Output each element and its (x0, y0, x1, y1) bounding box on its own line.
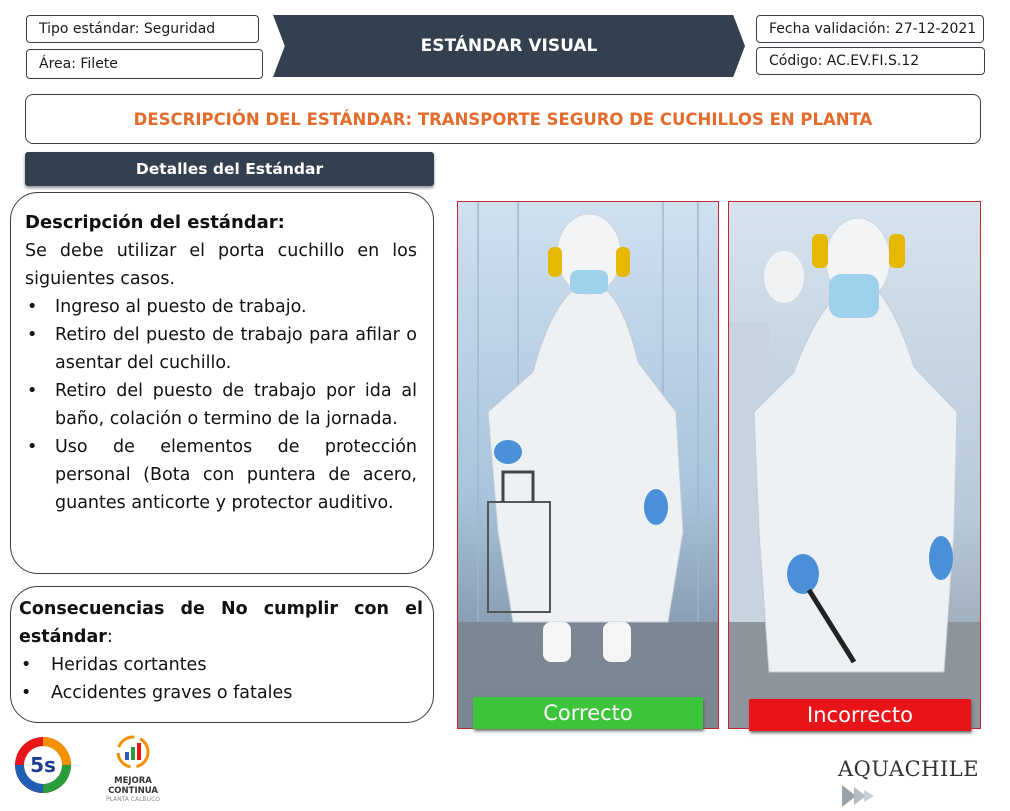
list-item: Retiro del puesto de trabajo para afilar… (25, 321, 417, 377)
consecuencias-heading-line: Consecuencias de No cumplir con el están… (19, 595, 423, 651)
consecuencias-heading: Consecuencias de No cumplir con el están… (19, 599, 423, 647)
mejora-continua-icon (116, 735, 150, 769)
page-title: DESCRIPCIÓN DEL ESTÁNDAR: TRANSPORTE SEG… (133, 109, 873, 129)
aquachile-text: AQUACHILE (838, 757, 980, 781)
codigo-box: Código: AC.EV.FI.S.12 (756, 47, 985, 75)
mejora-continua-text: MEJORA CONTINUA (108, 776, 158, 796)
worker-incorrect-illustration (729, 202, 980, 728)
five-s-logo: 5s (10, 734, 76, 796)
banner-title: ESTÁNDAR VISUAL (420, 36, 598, 56)
descripcion-title-box: DESCRIPCIÓN DEL ESTÁNDAR: TRANSPORTE SEG… (25, 94, 981, 144)
incorrecto-label-text: Incorrecto (807, 703, 913, 727)
fecha-validacion-box: Fecha validación: 27-12-2021 (756, 15, 984, 43)
mejora-continua-logo: MEJORA CONTINUA PLANTA CALBUCO (88, 734, 178, 803)
consecuencias-list: Heridas cortantes Accidentes graves o fa… (19, 651, 423, 707)
worker-correct-illustration (458, 202, 718, 728)
fecha-validacion-label: Fecha validación: 27-12-2021 (769, 21, 977, 37)
detalles-header: Detalles del Estándar (25, 152, 434, 186)
area-label: Área: Filete (39, 56, 118, 72)
photo-correcto (457, 201, 719, 729)
descripcion-heading: Descripción del estándar: (25, 212, 285, 233)
correcto-label-text: Correcto (543, 701, 633, 725)
consecuencias-colon: : (106, 627, 113, 647)
descripcion-card: Descripción del estándar: Se debe utiliz… (10, 192, 434, 574)
list-item: Uso de elementos de protección personal … (25, 433, 417, 517)
area-box: Área: Filete (26, 49, 263, 79)
photo-incorrecto (728, 201, 981, 729)
list-item: Heridas cortantes (19, 651, 423, 679)
aquachile-logo: AQUACHILE (838, 757, 1010, 811)
five-s-text: 5s (30, 753, 56, 777)
list-item: Accidentes graves o fatales (19, 679, 423, 707)
consecuencias-card: Consecuencias de No cumplir con el están… (10, 586, 434, 723)
tipo-estandar-label: Tipo estándar: Seguridad (39, 21, 216, 37)
estandar-visual-banner: ESTÁNDAR VISUAL (273, 15, 745, 77)
descripcion-list: Ingreso al puesto de trabajo. Retiro del… (25, 293, 417, 517)
tipo-estandar-box: Tipo estándar: Seguridad (26, 15, 259, 43)
codigo-label: Código: AC.EV.FI.S.12 (769, 53, 920, 69)
correcto-label: Correcto (473, 697, 703, 729)
aquachile-mark-icon (842, 785, 874, 807)
descripcion-intro: Se debe utilizar el porta cuchillo en lo… (25, 241, 417, 289)
incorrecto-label: Incorrecto (749, 699, 971, 731)
list-item: Ingreso al puesto de trabajo. (25, 293, 417, 321)
list-item: Retiro del puesto de trabajo por ida al … (25, 377, 417, 433)
detalles-header-label: Detalles del Estándar (135, 160, 324, 178)
